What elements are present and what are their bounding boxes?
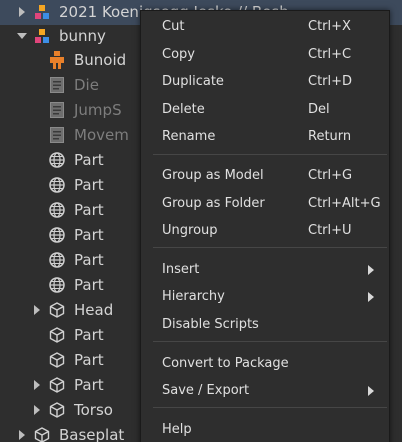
globe-part-icon: [48, 151, 66, 169]
part-cube-icon: [48, 351, 66, 369]
menu-item-rename[interactable]: Rename Return: [141, 123, 389, 149]
submenu-arrow-icon: [368, 265, 374, 275]
menu-item-label: Ungroup: [162, 223, 218, 238]
menu-separator: [153, 407, 387, 408]
menu-item-label: Duplicate: [162, 74, 224, 89]
menu-item-shortcut: Ctrl+Alt+G: [308, 196, 381, 211]
submenu-arrow-icon: [368, 292, 374, 302]
part-cube-icon: [48, 326, 66, 344]
globe-part-icon: [48, 276, 66, 294]
menu-item-label: Hierarchy: [162, 289, 225, 304]
tree-item-label: Part: [74, 151, 104, 169]
menu-item-shortcut: Return: [308, 129, 352, 144]
tree-item-label: Movem: [74, 126, 129, 144]
menu-item-ungroup[interactable]: Ungroup Ctrl+U: [141, 217, 389, 243]
menu-item-group-as-model[interactable]: Group as Model Ctrl+G: [141, 162, 389, 188]
model-icon: [33, 27, 51, 45]
menu-item-label: Insert: [162, 262, 200, 277]
script-icon: [48, 76, 66, 94]
menu-item-shortcut: Ctrl+G: [308, 168, 353, 183]
globe-part-icon: [48, 251, 66, 269]
tree-item-label: Part: [74, 326, 104, 344]
tree-item-label: Part: [74, 201, 104, 219]
menu-item-shortcut: Del: [308, 102, 330, 117]
script-icon: [48, 126, 66, 144]
menu-item-convert-to-package[interactable]: Convert to Package: [141, 350, 389, 376]
part-cube-icon: [48, 376, 66, 394]
tree-item-label: Bunoid: [74, 51, 127, 69]
menu-item-help[interactable]: Help: [141, 416, 389, 442]
tree-item-label: Die: [74, 76, 99, 94]
tree-item-label: Torso: [74, 401, 113, 419]
menu-item-shortcut: Ctrl+D: [308, 74, 353, 89]
menu-item-copy[interactable]: Copy Ctrl+C: [141, 41, 389, 67]
tree-item-label: JumpS: [74, 101, 122, 119]
submenu-arrow-icon: [368, 386, 374, 396]
model-icon: [33, 3, 51, 21]
menu-item-shortcut: Ctrl+X: [308, 19, 351, 34]
menu-item-label: Delete: [162, 102, 205, 117]
menu-item-save-export[interactable]: Save / Export: [141, 377, 389, 403]
chevron-down-icon[interactable]: [17, 31, 27, 41]
menu-item-label: Group as Folder: [162, 196, 265, 211]
chevron-right-icon[interactable]: [17, 7, 27, 17]
menu-item-label: Rename: [162, 129, 216, 144]
tree-item-label: Part: [74, 351, 104, 369]
menu-item-insert[interactable]: Insert: [141, 256, 389, 282]
part-cube-icon: [48, 401, 66, 419]
menu-separator: [153, 247, 387, 248]
tree-item-label: Part: [74, 176, 104, 194]
menu-item-label: Save / Export: [162, 383, 250, 398]
menu-item-hierarchy[interactable]: Hierarchy: [141, 283, 389, 309]
menu-item-disable-scripts[interactable]: Disable Scripts: [141, 311, 389, 337]
part-cube-icon: [33, 426, 51, 442]
menu-item-label: Help: [162, 422, 192, 437]
menu-item-cut[interactable]: Cut Ctrl+X: [141, 13, 389, 39]
tree-item-label: Part: [74, 226, 104, 244]
globe-part-icon: [48, 201, 66, 219]
menu-separator: [153, 154, 387, 155]
globe-part-icon: [48, 226, 66, 244]
part-cube-icon: [48, 301, 66, 319]
menu-item-label: Convert to Package: [162, 356, 289, 371]
chevron-right-icon[interactable]: [17, 430, 27, 440]
tree-item-label: bunny: [59, 27, 106, 45]
menu-item-shortcut: Ctrl+U: [308, 223, 352, 238]
chevron-right-icon[interactable]: [32, 405, 42, 415]
tree-item-label: Part: [74, 251, 104, 269]
context-menu: Cut Ctrl+X Copy Ctrl+C Duplicate Ctrl+D …: [140, 10, 390, 442]
chevron-right-icon[interactable]: [32, 305, 42, 315]
tree-item-label: Part: [74, 276, 104, 294]
script-icon: [48, 101, 66, 119]
menu-separator: [153, 341, 387, 342]
menu-item-shortcut: Ctrl+C: [308, 47, 352, 62]
menu-item-group-as-folder[interactable]: Group as Folder Ctrl+Alt+G: [141, 190, 389, 216]
globe-part-icon: [48, 176, 66, 194]
tree-item-label: Head: [74, 301, 114, 319]
menu-item-label: Copy: [162, 47, 195, 62]
menu-item-delete[interactable]: Delete Del: [141, 96, 389, 122]
humanoid-icon: [48, 51, 66, 69]
menu-item-label: Disable Scripts: [162, 317, 259, 332]
tree-item-label: Baseplat: [59, 426, 125, 442]
chevron-right-icon[interactable]: [32, 380, 42, 390]
menu-item-label: Cut: [162, 19, 185, 34]
menu-item-duplicate[interactable]: Duplicate Ctrl+D: [141, 68, 389, 94]
menu-item-label: Group as Model: [162, 168, 264, 183]
tree-item-label: Part: [74, 376, 104, 394]
